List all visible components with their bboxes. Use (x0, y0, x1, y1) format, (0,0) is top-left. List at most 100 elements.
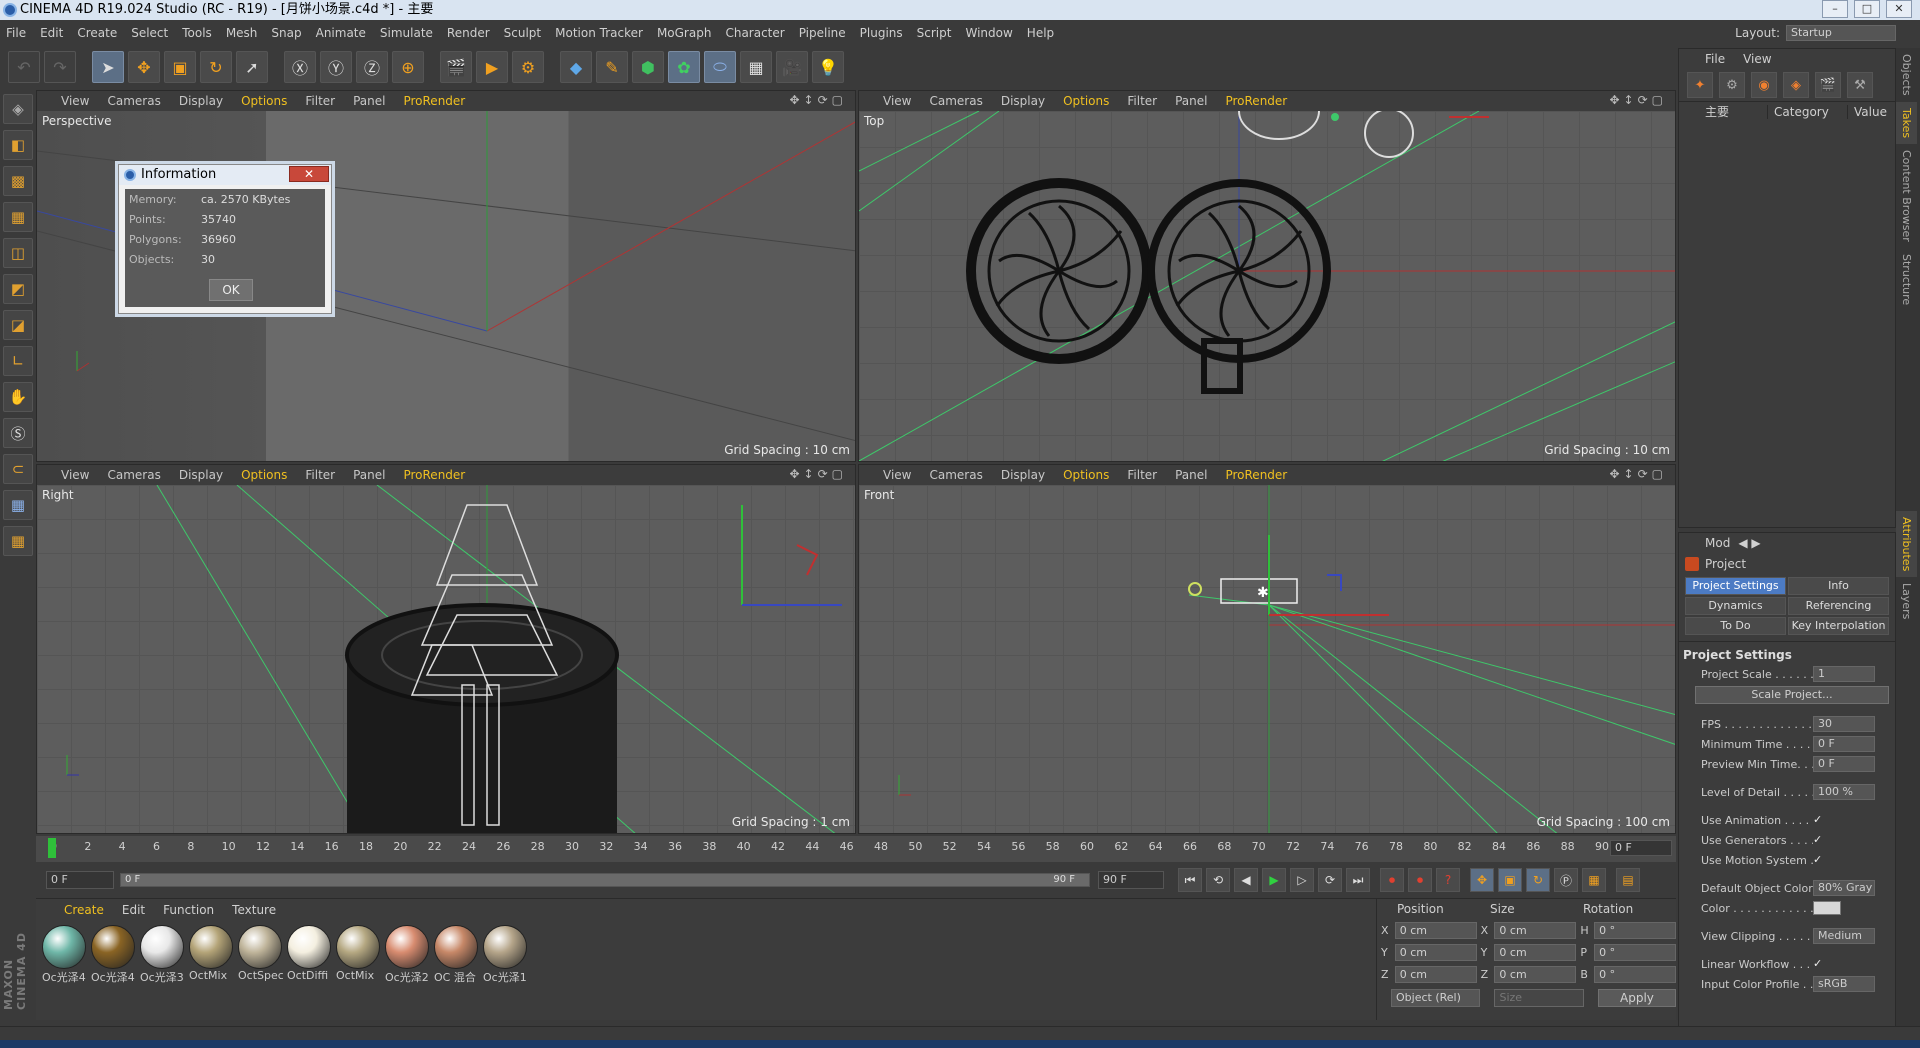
tab-dynamics[interactable]: Dynamics (1685, 597, 1786, 615)
move-icon[interactable]: ✥ (128, 51, 160, 83)
key-position-icon[interactable]: ✥ (1470, 868, 1494, 892)
tab-objects[interactable]: Objects (1896, 48, 1917, 102)
model-mode-icon[interactable]: ◧ (3, 130, 33, 160)
next-key-icon[interactable]: ⟳ (1318, 868, 1342, 892)
tab-to-do[interactable]: To Do (1685, 617, 1786, 635)
mat-menu-texture[interactable]: Texture (232, 903, 276, 917)
vp-menu-prorender[interactable]: ProRender (403, 94, 465, 108)
render-picture-viewer-icon[interactable]: ▶ (476, 51, 508, 83)
input-profile-dropdown[interactable]: sRGB (1813, 976, 1875, 992)
x-axis-icon[interactable]: Ⓧ (284, 51, 316, 83)
view-clipping-dropdown[interactable]: Medium (1813, 928, 1875, 944)
deformer-icon[interactable]: ⬭ (704, 51, 736, 83)
subdivision-icon[interactable]: ⬢ (632, 51, 664, 83)
vp-menu-view[interactable]: View (61, 94, 89, 108)
attr-mode-menu[interactable]: Mod (1705, 536, 1730, 550)
goto-start-icon[interactable]: ⏮ (1178, 868, 1202, 892)
vp-menu-cameras[interactable]: Cameras (929, 468, 982, 482)
position-z-field[interactable]: 0 cm (1394, 965, 1477, 983)
y-axis-icon[interactable]: Ⓨ (320, 51, 352, 83)
use-animation-checkbox[interactable]: ✓ (1813, 814, 1825, 826)
position-y-field[interactable]: 0 cm (1394, 943, 1477, 961)
scale-project-button[interactable]: Scale Project... (1695, 686, 1889, 704)
viewport-nav-icons[interactable]: ✥↕⟳▢ (789, 93, 847, 107)
obj-tool-icon-2[interactable]: ⚙ (1719, 72, 1745, 98)
vp-menu-display[interactable]: Display (179, 94, 223, 108)
tab-key-interpolation[interactable]: Key Interpolation (1788, 617, 1889, 635)
menu-motion-tracker[interactable]: Motion Tracker (555, 26, 643, 40)
dialog-titlebar[interactable]: Information ✕ (119, 165, 331, 185)
solo-icon[interactable]: Ⓢ (3, 418, 33, 448)
vp-menu-filter[interactable]: Filter (1127, 94, 1157, 108)
project-scale-field[interactable]: 1 (1813, 666, 1875, 682)
size-x-field[interactable]: 0 cm (1494, 921, 1577, 939)
coordinate-mode-dropdown[interactable]: Object (Rel) (1391, 989, 1481, 1007)
autokey-icon[interactable]: ⏺ (1408, 868, 1432, 892)
material-item[interactable]: OC 混合 (434, 925, 479, 983)
vp-menu-panel[interactable]: Panel (353, 94, 385, 108)
timeline-playhead[interactable] (48, 838, 56, 858)
menu-mesh[interactable]: Mesh (226, 26, 258, 40)
menu-select[interactable]: Select (131, 26, 168, 40)
menu-pipeline[interactable]: Pipeline (799, 26, 846, 40)
vp-menu-cameras[interactable]: Cameras (929, 94, 982, 108)
camera-icon[interactable]: 🎥 (776, 51, 808, 83)
make-editable-icon[interactable]: ◈ (3, 94, 33, 124)
min-time-field[interactable]: 0 F (1813, 736, 1875, 752)
key-scale-icon[interactable]: ▣ (1498, 868, 1522, 892)
position-x-field[interactable]: 0 cm (1394, 921, 1477, 939)
tab-attributes[interactable]: Attributes (1896, 510, 1917, 577)
menu-help[interactable]: Help (1027, 26, 1054, 40)
goto-end-icon[interactable]: ⏭ (1346, 868, 1370, 892)
keyframe-selection-icon[interactable]: ? (1436, 868, 1460, 892)
tab-layers[interactable]: Layers (1896, 577, 1917, 625)
obj-tool-icon-3[interactable]: ◉ (1751, 72, 1777, 98)
pen-icon[interactable]: ✎ (596, 51, 628, 83)
material-item[interactable]: OctMix (189, 925, 234, 983)
default-color-dropdown[interactable]: 80% Gray (1813, 880, 1875, 896)
polygons-mode-icon[interactable]: ◪ (3, 310, 33, 340)
vp-menu-view[interactable]: View (61, 468, 89, 482)
live-select-icon[interactable]: ➚ (236, 51, 268, 83)
redo-icon[interactable]: ↷ (44, 51, 76, 83)
lock-workplane-icon[interactable]: ▦ (3, 490, 33, 520)
planar-workplane-icon[interactable]: ▦ (3, 526, 33, 556)
menu-mograph[interactable]: MoGraph (657, 26, 712, 40)
vp-menu-filter[interactable]: Filter (305, 94, 335, 108)
prev-key-icon[interactable]: ⟲ (1206, 868, 1230, 892)
ok-button[interactable]: OK (209, 279, 253, 301)
vp-menu-view[interactable]: View (883, 468, 911, 482)
size-y-field[interactable]: 0 cm (1494, 943, 1577, 961)
vp-menu-prorender[interactable]: ProRender (1225, 94, 1287, 108)
material-item[interactable]: Oc光泽3 (140, 925, 185, 983)
vp-menu-panel[interactable]: Panel (353, 468, 385, 482)
menu-sculpt[interactable]: Sculpt (504, 26, 541, 40)
material-item[interactable]: OctMix (336, 925, 381, 983)
timeline-ruler[interactable]: 0246810121416182022242628303234363840424… (36, 836, 1676, 862)
menu-script[interactable]: Script (917, 26, 952, 40)
vp-menu-display[interactable]: Display (179, 468, 223, 482)
menu-create[interactable]: Create (77, 26, 117, 40)
use-motion-checkbox[interactable]: ✓ (1813, 854, 1825, 866)
obj-menu-view[interactable]: View (1743, 52, 1771, 66)
close-button[interactable]: ✕ (1886, 0, 1912, 18)
use-generators-checkbox[interactable]: ✓ (1813, 834, 1825, 846)
render-settings-icon[interactable]: ⚙ (512, 51, 544, 83)
vp-menu-filter[interactable]: Filter (305, 468, 335, 482)
snap-icon[interactable]: ⊂ (3, 454, 33, 484)
fps-field[interactable]: 30 (1813, 716, 1875, 732)
vp-menu-panel[interactable]: Panel (1175, 468, 1207, 482)
menu-render[interactable]: Render (447, 26, 490, 40)
material-item[interactable]: OctDiffi (287, 925, 332, 983)
menu-tools[interactable]: Tools (182, 26, 212, 40)
key-rotation-icon[interactable]: ↻ (1526, 868, 1550, 892)
key-param-icon[interactable]: Ⓟ (1554, 868, 1578, 892)
edges-mode-icon[interactable]: ◩ (3, 274, 33, 304)
menu-simulate[interactable]: Simulate (380, 26, 433, 40)
texture-mode-icon[interactable]: ▩ (3, 166, 33, 196)
tab-project-settings[interactable]: Project Settings (1685, 577, 1786, 595)
vp-menu-panel[interactable]: Panel (1175, 94, 1207, 108)
viewport-nav-icons[interactable]: ✥↕⟳▢ (1609, 93, 1667, 107)
tab-referencing[interactable]: Referencing (1788, 597, 1889, 615)
vp-menu-view[interactable]: View (883, 94, 911, 108)
